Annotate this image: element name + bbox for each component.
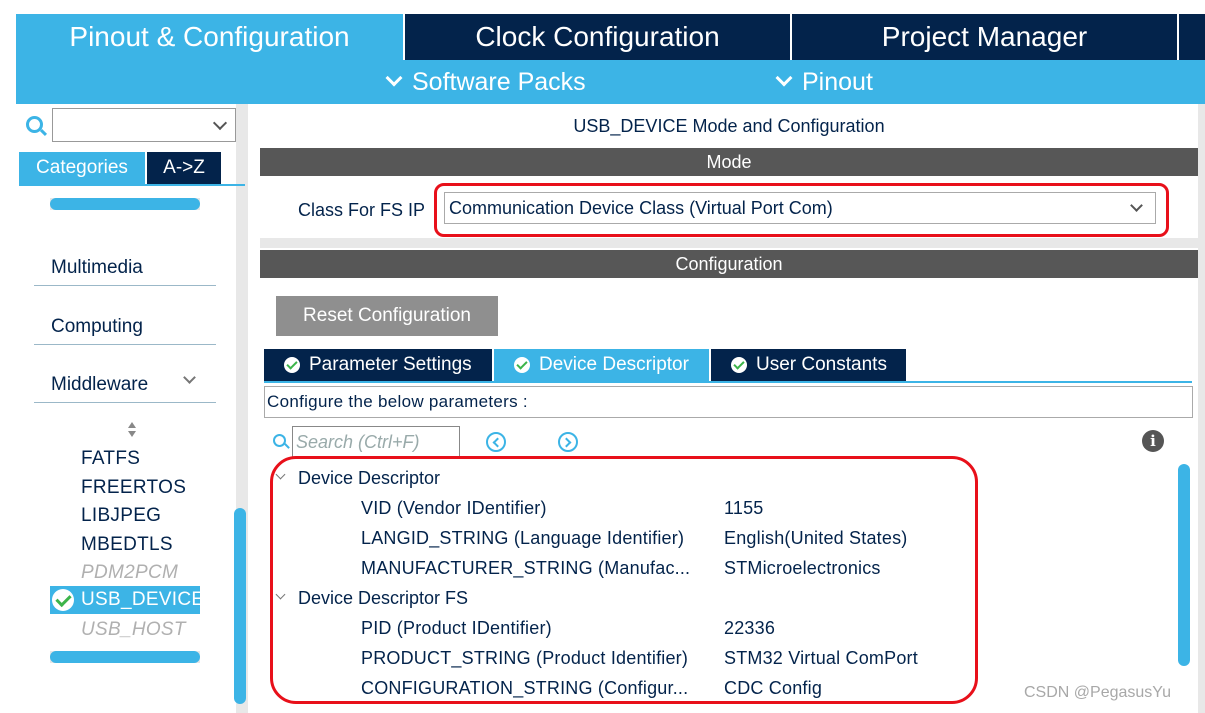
vertical-scrollbar[interactable] — [1178, 464, 1190, 666]
tab-parameter-settings[interactable]: Parameter Settings — [264, 349, 492, 381]
next-match-icon[interactable] — [558, 432, 578, 452]
class-for-fs-ip-label: Class For FS IP — [298, 200, 426, 220]
highlight-annotation — [270, 456, 978, 704]
middleware-item-usb-device[interactable]: USB_DEVICE — [50, 586, 200, 614]
pinout-menu-label: Pinout — [802, 67, 873, 96]
sub-menu-bar: Software Packs Pinout — [16, 60, 1205, 104]
check-circle-icon — [284, 357, 300, 373]
categories-sidebar: Categories A->Z Multimedia Computing Mid… — [16, 104, 305, 713]
configuration-header: Configuration — [260, 250, 1198, 278]
parameter-search-input[interactable]: Search (Ctrl+F) — [292, 426, 460, 458]
vertical-scrollbar[interactable] — [234, 508, 246, 704]
sidebar-item-label: Middleware — [51, 374, 149, 395]
sort-icon[interactable] — [127, 422, 137, 438]
check-circle-icon — [514, 357, 530, 373]
reset-configuration-button[interactable]: Reset Configuration — [276, 296, 498, 336]
parameter-tabs: Parameter Settings Device Descriptor Use… — [264, 349, 908, 381]
previous-match-icon[interactable] — [486, 432, 506, 452]
middleware-item-pdm2pcm[interactable]: PDM2PCM — [81, 562, 178, 584]
middleware-item-libjpeg[interactable]: LIBJPEG — [81, 505, 161, 527]
top-tab-bar: Pinout & Configuration Clock Configurati… — [16, 14, 1205, 60]
highlight-annotation — [434, 183, 1169, 237]
software-packs-label: Software Packs — [412, 67, 586, 96]
tab-device-descriptor[interactable]: Device Descriptor — [494, 349, 709, 381]
tab-label: Device Descriptor — [539, 354, 689, 375]
tab-underline — [264, 381, 1192, 383]
middleware-item-usb-host[interactable]: USB_HOST — [81, 619, 186, 641]
sidebar-item-multimedia[interactable]: Multimedia — [34, 246, 305, 286]
tab-clock-configuration[interactable]: Clock Configuration — [405, 14, 792, 60]
configure-hint: Configure the below parameters : — [264, 386, 1193, 418]
chevron-down-icon — [183, 371, 196, 384]
horizontal-scrollbar[interactable] — [50, 198, 200, 210]
info-icon[interactable]: i — [1142, 430, 1164, 452]
sidebar-item-label: Computing — [51, 316, 143, 337]
tab-a-to-z[interactable]: A->Z — [147, 152, 221, 184]
tab-label: Parameter Settings — [309, 354, 472, 375]
watermark: CSDN @PegasusYu — [1024, 684, 1171, 701]
software-packs-menu[interactable]: Software Packs — [384, 60, 586, 104]
mode-header: Mode — [260, 148, 1198, 176]
search-icon — [273, 434, 286, 447]
chevron-down-icon — [775, 69, 793, 87]
category-search-input[interactable] — [52, 108, 236, 142]
sidebar-item-computing[interactable]: Computing — [34, 305, 305, 345]
chevron-down-icon — [385, 69, 403, 87]
tab-categories[interactable]: Categories — [19, 152, 145, 184]
middleware-item-mbedtls[interactable]: MBEDTLS — [81, 534, 173, 556]
tab-underline — [19, 184, 245, 186]
sidebar-item-middleware[interactable]: Middleware — [34, 363, 216, 403]
middleware-item-freertos[interactable]: FREERTOS — [81, 477, 186, 499]
search-icon[interactable] — [26, 116, 43, 133]
chevron-down-icon[interactable] — [212, 115, 228, 131]
tab-user-constants[interactable]: User Constants — [711, 349, 906, 381]
panel-title: USB_DEVICE Mode and Configuration — [573, 116, 885, 136]
sidebar-view-tabs: Categories A->Z — [19, 152, 221, 184]
pinout-menu[interactable]: Pinout — [774, 60, 873, 104]
tab-project-manager[interactable]: Project Manager — [792, 14, 1179, 60]
middleware-item-fatfs[interactable]: FATFS — [81, 448, 140, 470]
middleware-item-label: USB_DEVICE — [81, 589, 200, 610]
mode-configuration-panel: USB_DEVICE Mode and Configuration Mode C… — [260, 104, 1205, 713]
sidebar-item-label: Multimedia — [51, 257, 143, 278]
section-divider — [260, 238, 1198, 248]
check-circle-icon — [731, 357, 747, 373]
tab-pinout-configuration[interactable]: Pinout & Configuration — [16, 14, 405, 60]
horizontal-scrollbar[interactable] — [50, 651, 200, 663]
check-circle-icon — [52, 589, 74, 611]
panel-edge — [1198, 104, 1205, 713]
tab-label: User Constants — [756, 354, 887, 375]
